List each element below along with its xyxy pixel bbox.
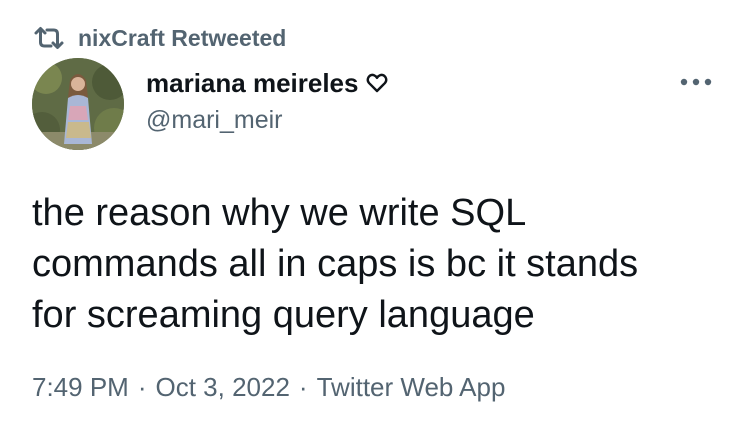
tweet-time[interactable]: 7:49 PM [32, 372, 129, 403]
retweet-context-label: nixCraft Retweeted [78, 24, 287, 51]
more-options-icon [680, 78, 712, 86]
meta-separator: · [137, 372, 147, 402]
tweet-text-line: commands all in caps is bc it stands [32, 243, 639, 285]
author-info[interactable]: mariana meireles @mari_meir [146, 66, 388, 135]
tweet-date[interactable]: Oct 3, 2022 [156, 372, 290, 403]
tweet-source[interactable]: Twitter Web App [317, 372, 506, 403]
tweet-text-line: the reason why we write SQL [32, 192, 527, 234]
meta-separator: · [298, 372, 308, 402]
retweet-icon [32, 24, 66, 52]
tweet-text: the reason why we write SQL commands all… [32, 188, 732, 341]
tweet-card[interactable]: nixCraft Retweeted mariana meireles @mar… [0, 0, 750, 430]
tweet-text-line: for screaming query language [32, 294, 535, 336]
heart-outline-icon [366, 72, 388, 94]
retweet-context[interactable]: nixCraft Retweeted [32, 22, 286, 54]
display-name-row: mariana meireles [146, 66, 388, 100]
display-name[interactable]: mariana meireles [146, 68, 358, 99]
user-handle[interactable]: @mari_meir [146, 106, 388, 135]
more-options-button[interactable] [676, 70, 716, 94]
tweet-meta: 7:49 PM · Oct 3, 2022 · Twitter Web App [32, 372, 505, 403]
avatar[interactable] [32, 58, 124, 150]
